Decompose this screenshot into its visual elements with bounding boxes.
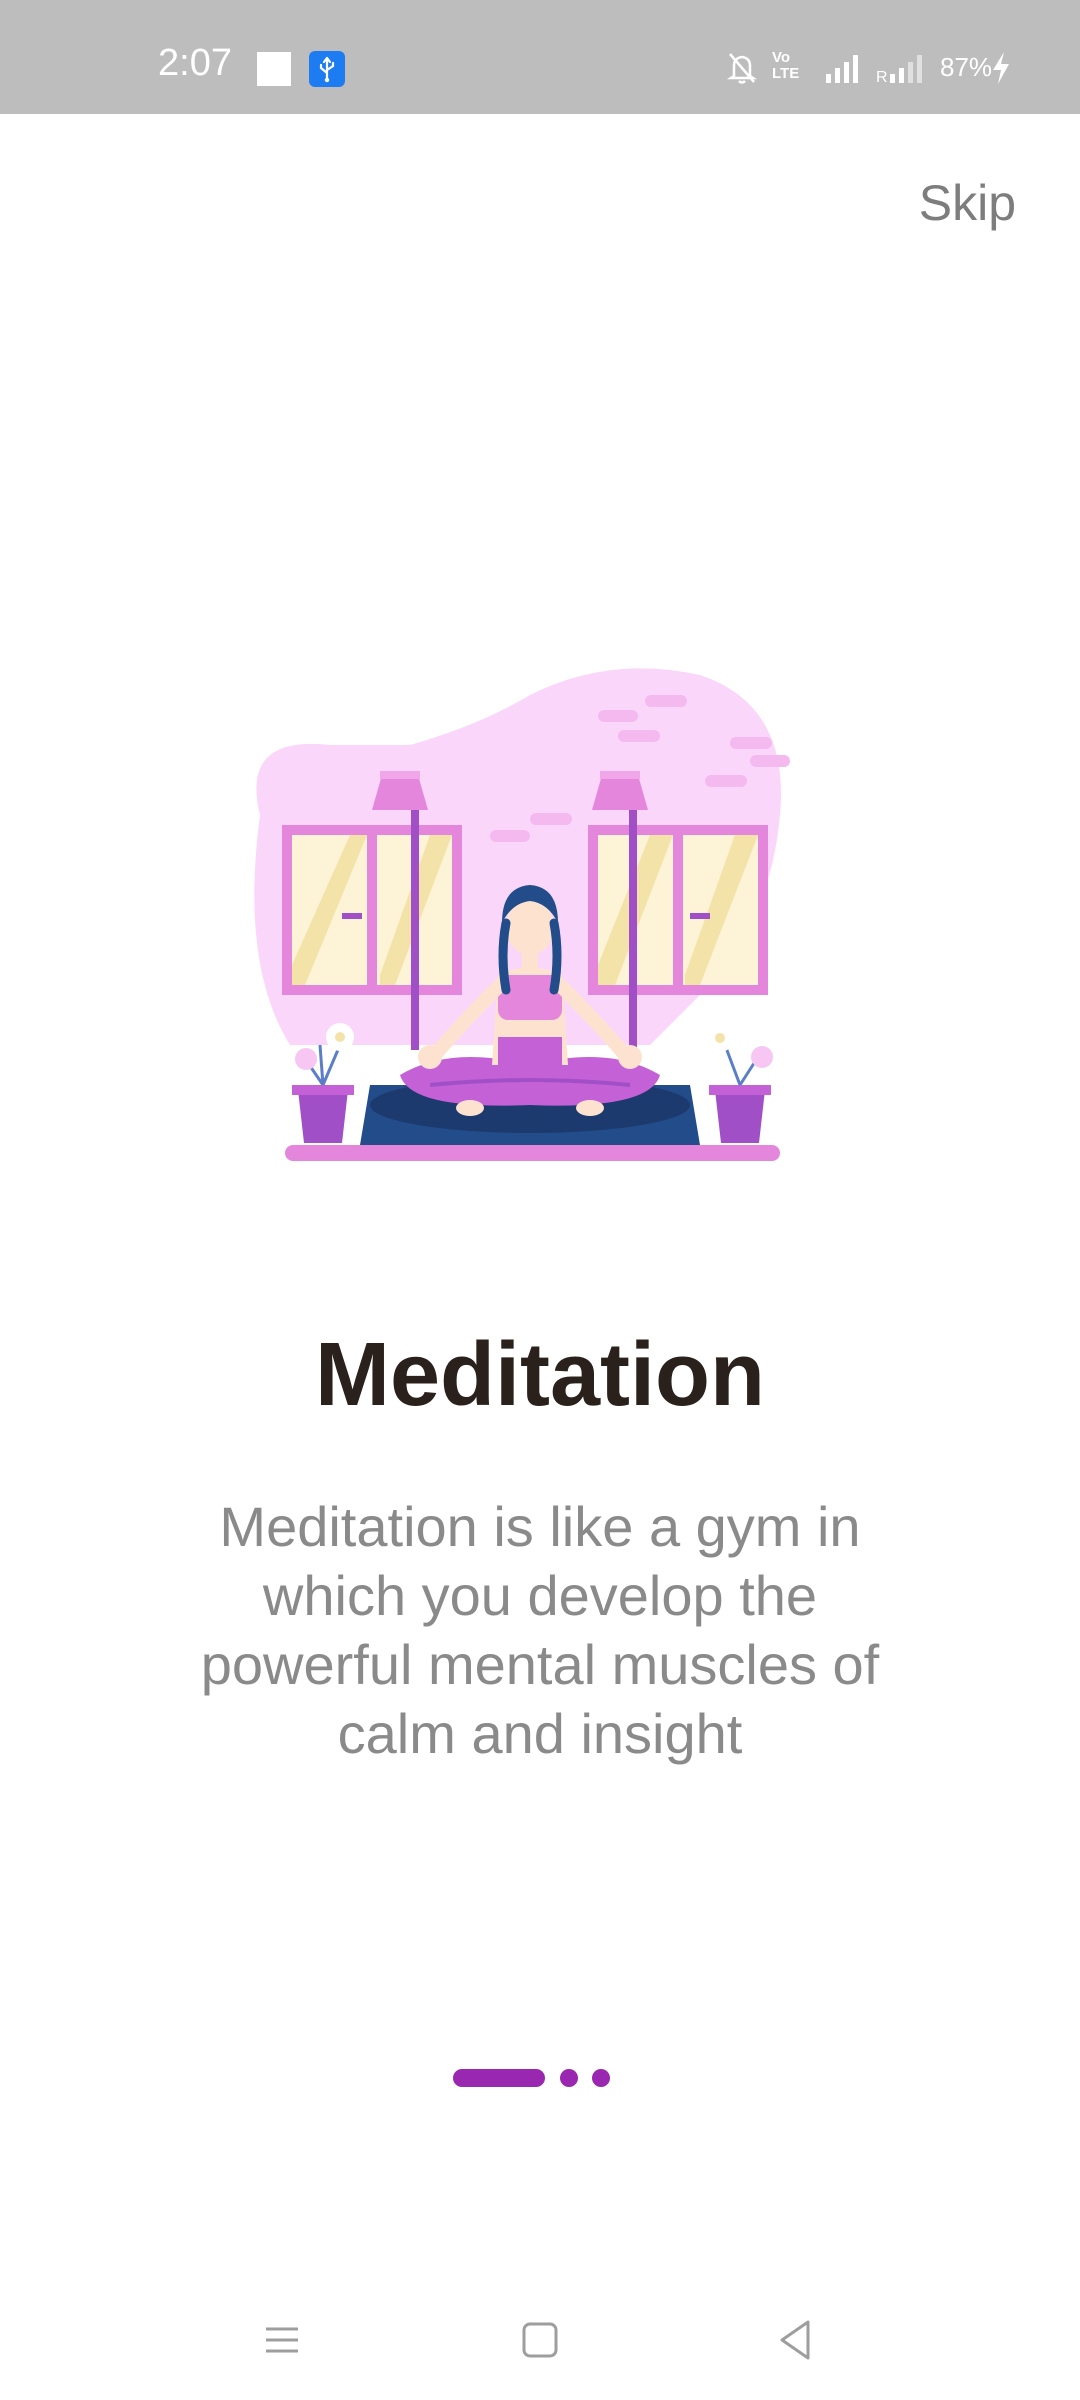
page-description: Meditation is like a gym in which you de…	[200, 1495, 880, 1765]
square-notification-icon	[257, 52, 291, 86]
page-dot	[592, 2069, 610, 2087]
signal-icon	[824, 52, 864, 89]
page-dot-active	[453, 2069, 545, 2087]
back-icon[interactable]	[766, 2310, 826, 2370]
volte-icon: Vo LTE	[772, 49, 800, 82]
svg-text:R: R	[876, 69, 888, 84]
home-icon[interactable]	[510, 2310, 570, 2370]
bell-off-icon	[726, 50, 758, 91]
system-nav-bar	[0, 2280, 1080, 2400]
page-indicator	[453, 2067, 613, 2087]
page-dot	[560, 2069, 578, 2087]
status-time: 2:07	[158, 42, 232, 84]
status-bar: 2:07 Vo LTE R 87%	[0, 0, 1080, 114]
battery-level: 87%	[940, 52, 993, 82]
onboarding-screen: 2:07 Vo LTE R 87% Skip Meditation Medita…	[0, 0, 1080, 2400]
meditation-illustration	[230, 665, 850, 1175]
menu-icon[interactable]	[252, 2310, 312, 2370]
roaming-signal-icon: R	[876, 52, 936, 89]
usb-debug-icon	[309, 51, 345, 87]
page-title: Meditation	[315, 1325, 765, 1425]
charging-bolt-icon	[990, 50, 1012, 91]
skip-button[interactable]: Skip	[919, 178, 1016, 228]
